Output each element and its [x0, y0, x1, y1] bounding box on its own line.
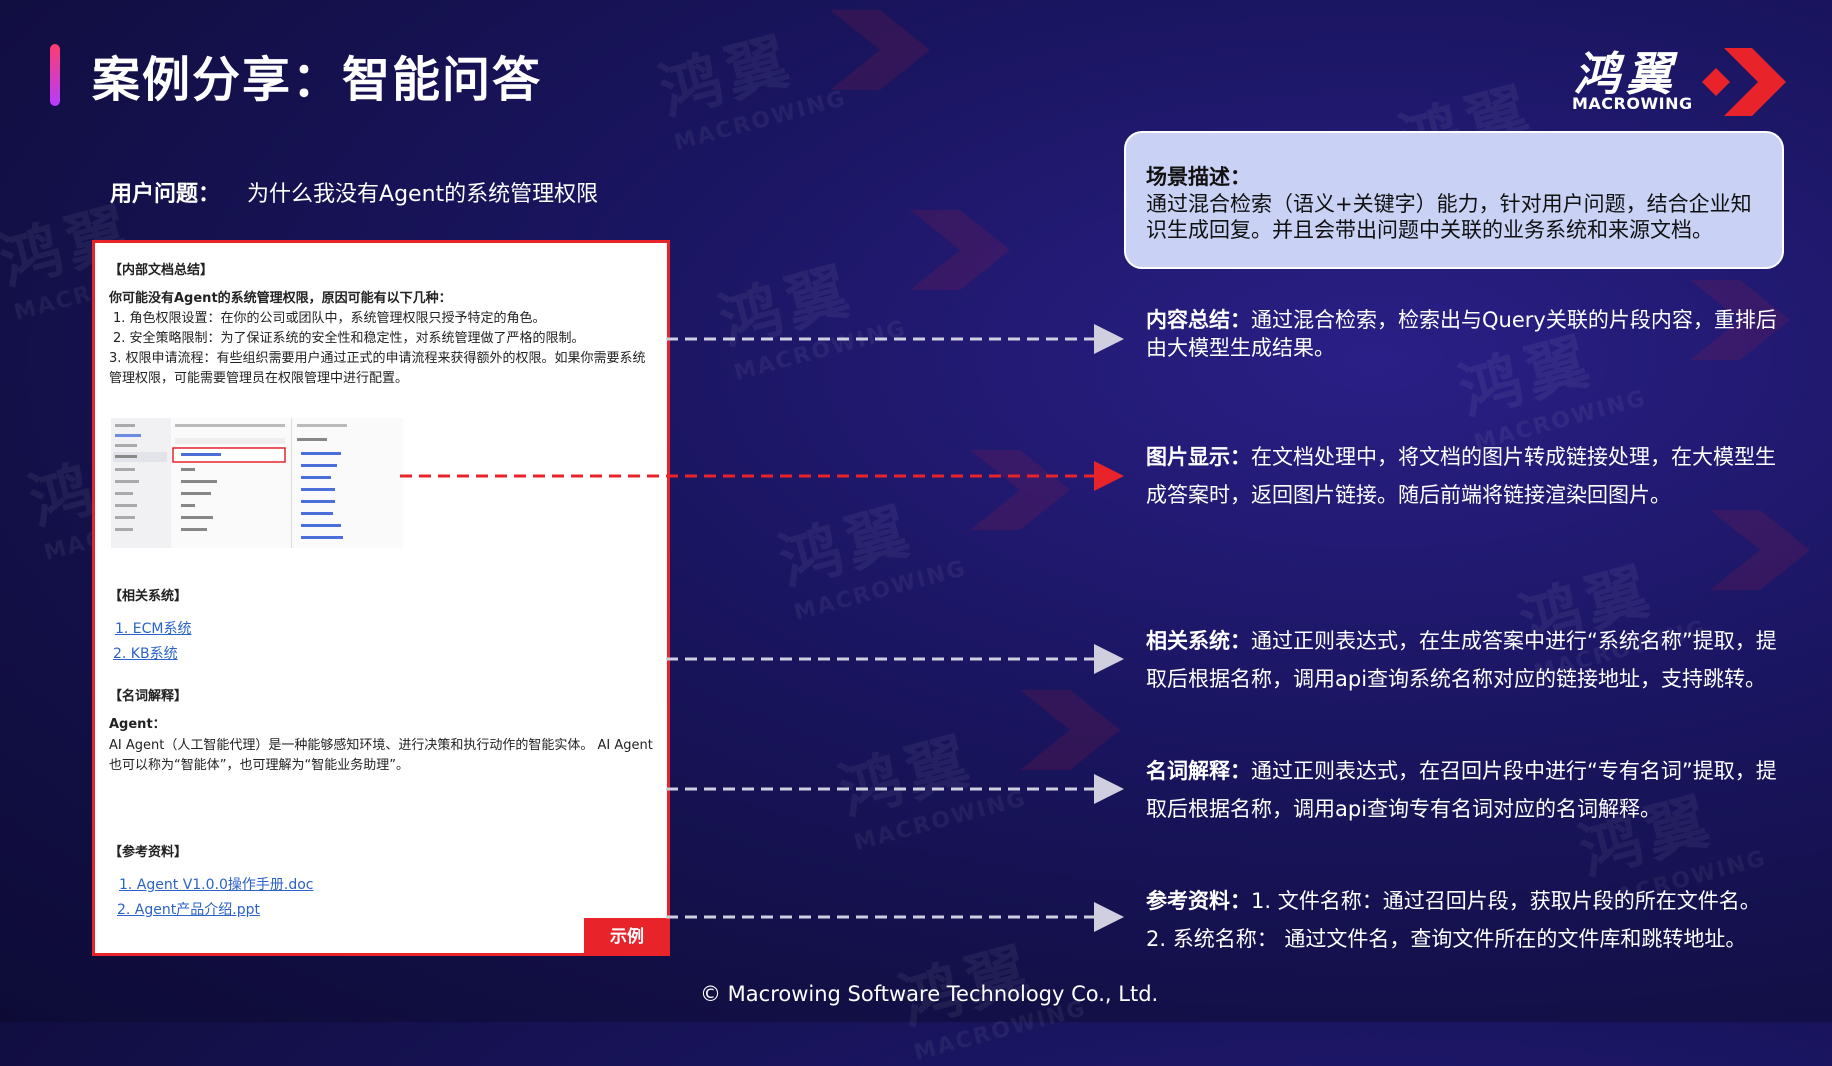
desc-terms: 名词解释：通过正则表达式，在召回片段中进行“专有名词”提取，提取后根据名称，调用… — [1146, 759, 1777, 821]
desc-content-summary: 内容总结：通过混合检索，检索出与Query关联的片段内容，重排后由大模型生成结果… — [1146, 308, 1777, 360]
desc-references: 参考资料：1. 文件名称：通过召回片段，获取片段的所在文件名。 2. 系统名称：… — [1146, 889, 1761, 951]
copyright-footer: © Macrowing Software Technology Co., Ltd… — [700, 982, 1159, 1006]
desc-related-systems: 相关系统：通过正则表达式，在生成答案中进行“系统名称”提取，提取后根据名称，调用… — [1146, 629, 1777, 691]
desc-image-display: 图片显示：在文档处理中，将文档的图片转成链接处理，在大模型生成答案时，返回图片链… — [1146, 445, 1776, 507]
